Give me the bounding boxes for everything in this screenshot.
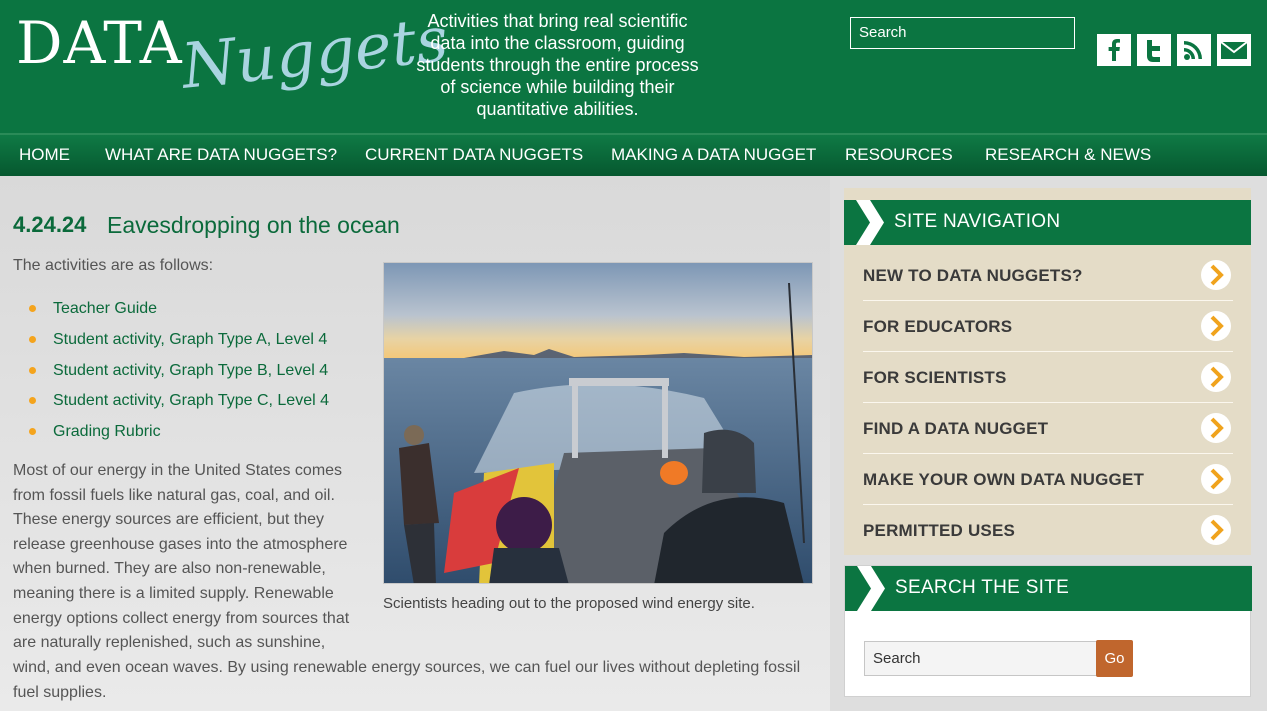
sidebar-search-input[interactable]: Search [864, 641, 1097, 676]
site-navigation-panel: SITE NAVIGATION NEW TO DATA NUGGETS? FOR… [844, 188, 1251, 555]
sidebar-item-label: FOR EDUCATORS [863, 317, 1013, 336]
bullet-icon [29, 366, 36, 374]
sidebar-item-label: FOR SCIENTISTS [863, 368, 1007, 387]
nav-what-are-data-nuggets[interactable]: WHAT ARE DATA NUGGETS? [105, 145, 337, 165]
sidebar-item-for-educators[interactable]: FOR EDUCATORS [863, 301, 1233, 352]
nav-current-data-nuggets[interactable]: CURRENT DATA NUGGETS [365, 145, 583, 165]
header-search-input[interactable]: Search [850, 17, 1075, 49]
email-icon[interactable] [1217, 34, 1251, 66]
post-date: 4.24.24 [13, 212, 87, 237]
arrow-right-icon [1201, 260, 1231, 290]
arrow-right-icon [1201, 362, 1231, 392]
sidebar-item-label: PERMITTED USES [863, 521, 1016, 540]
rss-icon[interactable] [1177, 34, 1211, 66]
main-nav: HOME WHAT ARE DATA NUGGETS? CURRENT DATA… [0, 133, 1267, 176]
post-body: Most of our energy in the United States … [13, 462, 350, 652]
activity-list: Teacher Guide Student activity, Graph Ty… [13, 299, 329, 453]
search-site-title: SEARCH THE SITE [895, 577, 1070, 598]
nav-home[interactable]: HOME [19, 145, 70, 165]
nav-resources[interactable]: RESOURCES [845, 145, 953, 165]
bullet-icon [29, 335, 36, 343]
sidebar-item-label: NEW TO DATA NUGGETS? [863, 266, 1083, 285]
chevron-right-icon [856, 200, 884, 245]
photo-caption: Scientists heading out to the proposed w… [383, 595, 755, 612]
arrow-right-icon [1201, 464, 1231, 494]
site-navigation-header: SITE NAVIGATION [844, 200, 1251, 245]
post-title[interactable]: Eavesdropping on the ocean [107, 212, 400, 239]
site-header: DATA Nuggets Activities that bring real … [0, 0, 1267, 133]
arrow-right-icon [1201, 413, 1231, 443]
nav-research-news[interactable]: RESEARCH & NEWS [985, 145, 1151, 165]
bullet-icon [29, 428, 36, 436]
search-site-header: SEARCH THE SITE [845, 566, 1252, 611]
site-logo[interactable]: DATA Nuggets [14, 2, 451, 128]
nav-making-a-data-nugget[interactable]: MAKING A DATA NUGGET [611, 145, 816, 165]
sidebar-item-permitted-uses[interactable]: PERMITTED USES [863, 505, 1233, 556]
sidebar-item-label: FIND A DATA NUGGET [863, 419, 1049, 438]
post-intro: The activities are as follows: [13, 257, 214, 274]
bullet-icon [29, 397, 36, 405]
logo-data-text: DATA [16, 9, 183, 77]
facebook-icon[interactable] [1097, 34, 1131, 66]
sidebar-item-label: MAKE YOUR OWN DATA NUGGET [863, 470, 1145, 489]
activity-link-graph-a[interactable]: Student activity, Graph Type A, Level 4 [13, 330, 329, 361]
sidebar-item-for-scientists[interactable]: FOR SCIENTISTS [863, 352, 1233, 403]
activity-link-teacher-guide[interactable]: Teacher Guide [13, 299, 329, 330]
sidebar-item-find-a-data-nugget[interactable]: FIND A DATA NUGGET [863, 403, 1233, 454]
site-tagline: Activities that bring real scientific da… [416, 11, 699, 119]
arrow-right-icon [1201, 311, 1231, 341]
search-go-button[interactable]: Go [1096, 640, 1133, 677]
post-body-continued: wind, and even ocean waves. By using ren… [13, 659, 801, 701]
activity-link-grading-rubric[interactable]: Grading Rubric [13, 422, 329, 453]
arrow-right-icon [1201, 515, 1231, 545]
bullet-icon [29, 305, 36, 312]
search-site-panel: SEARCH THE SITE Search Go [844, 565, 1252, 697]
logo-nuggets-text: Nuggets [178, 2, 452, 103]
chevron-right-icon [857, 566, 885, 611]
sidebar-item-new-to-data-nuggets[interactable]: NEW TO DATA NUGGETS? [863, 250, 1233, 301]
twitter-icon[interactable] [1137, 34, 1171, 66]
site-navigation-title: SITE NAVIGATION [894, 211, 1061, 232]
sidebar-item-make-your-own[interactable]: MAKE YOUR OWN DATA NUGGET [863, 454, 1233, 505]
boat-photo [383, 262, 813, 584]
activity-link-graph-b[interactable]: Student activity, Graph Type B, Level 4 [13, 361, 329, 392]
activity-link-graph-c[interactable]: Student activity, Graph Type C, Level 4 [13, 391, 329, 422]
